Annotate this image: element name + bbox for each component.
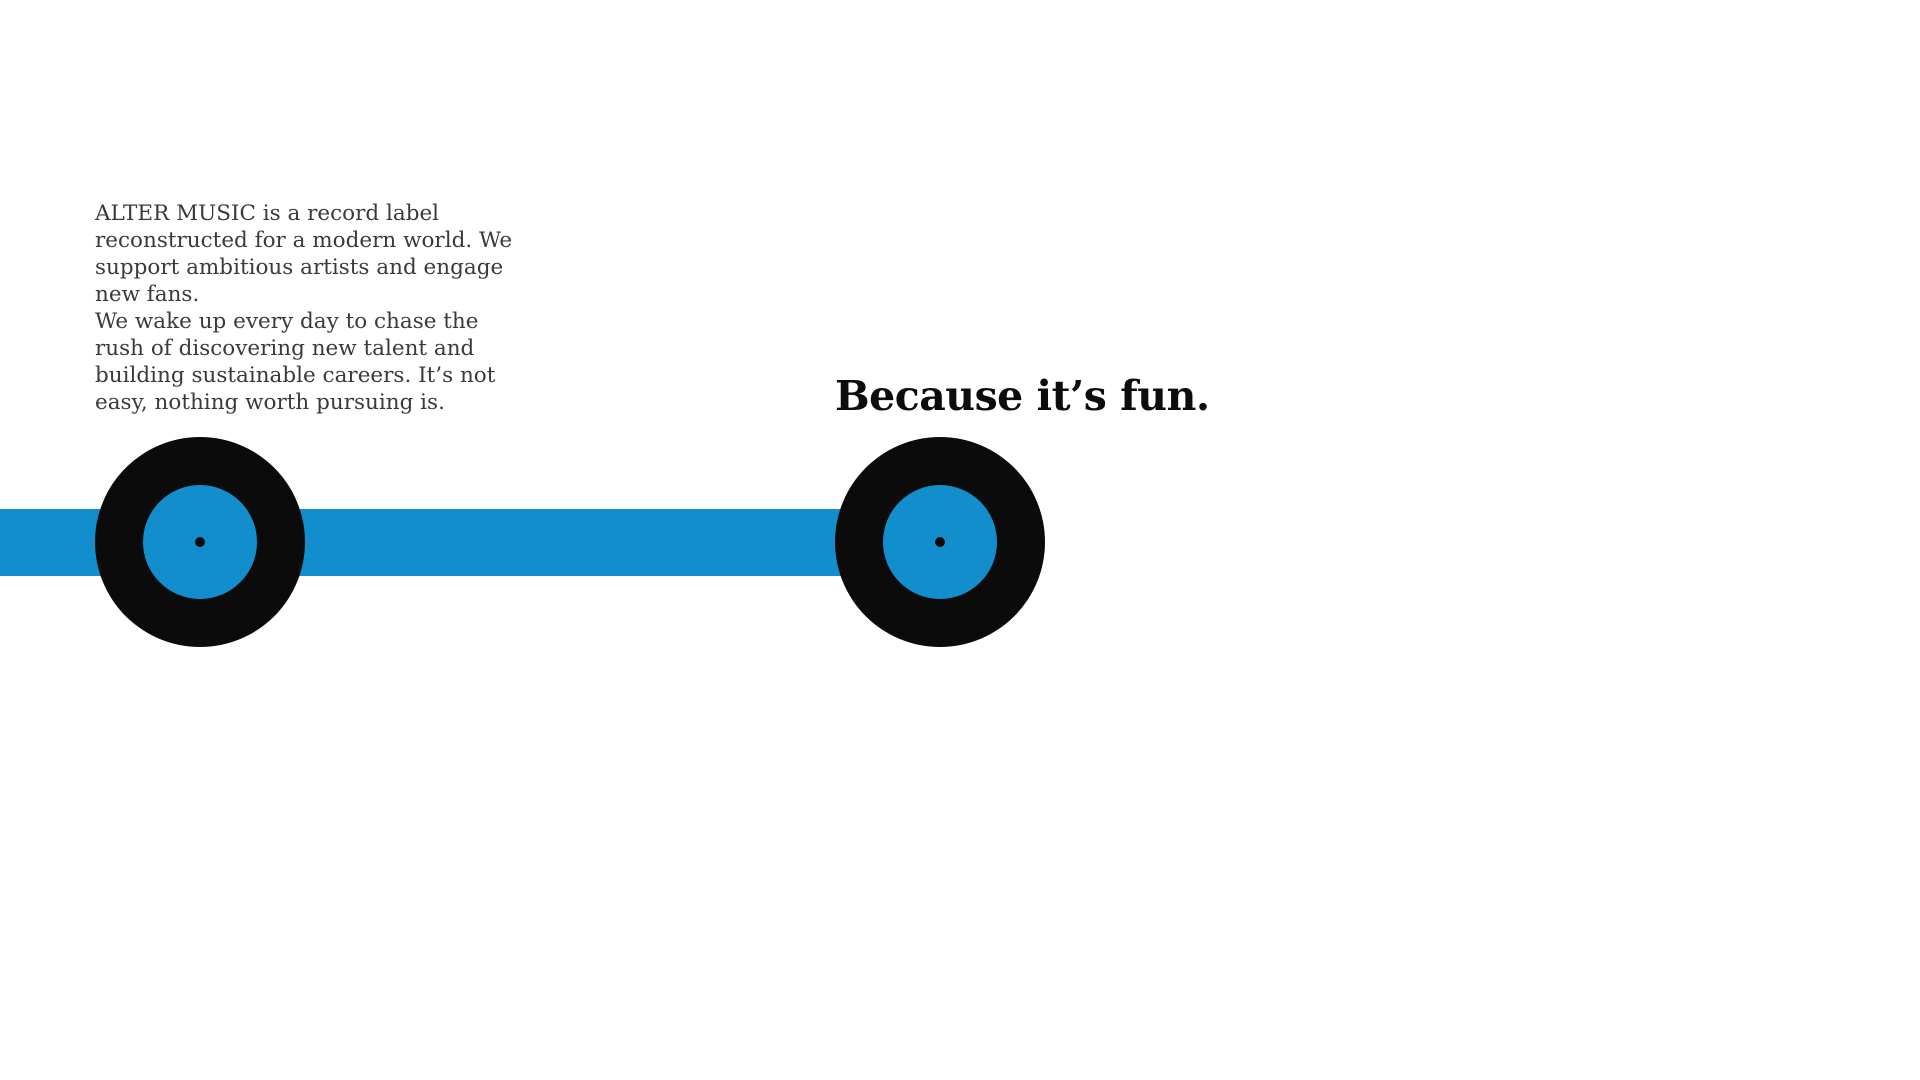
record-spindle-hole	[935, 537, 945, 547]
intro-text: ALTER MUSIC is a record label reconstruc…	[95, 200, 515, 416]
intro-paragraph-2: We wake up every day to chase the rush o…	[95, 309, 496, 415]
page: ALTER MUSIC is a record label reconstruc…	[0, 0, 1920, 1080]
tagline: Because it’s fun.	[835, 372, 1210, 420]
vinyl-record-icon	[835, 437, 1045, 647]
intro-paragraph-1: ALTER MUSIC is a record label reconstruc…	[95, 201, 513, 307]
record-spindle-hole	[195, 537, 205, 547]
vinyl-record-icon	[95, 437, 305, 647]
